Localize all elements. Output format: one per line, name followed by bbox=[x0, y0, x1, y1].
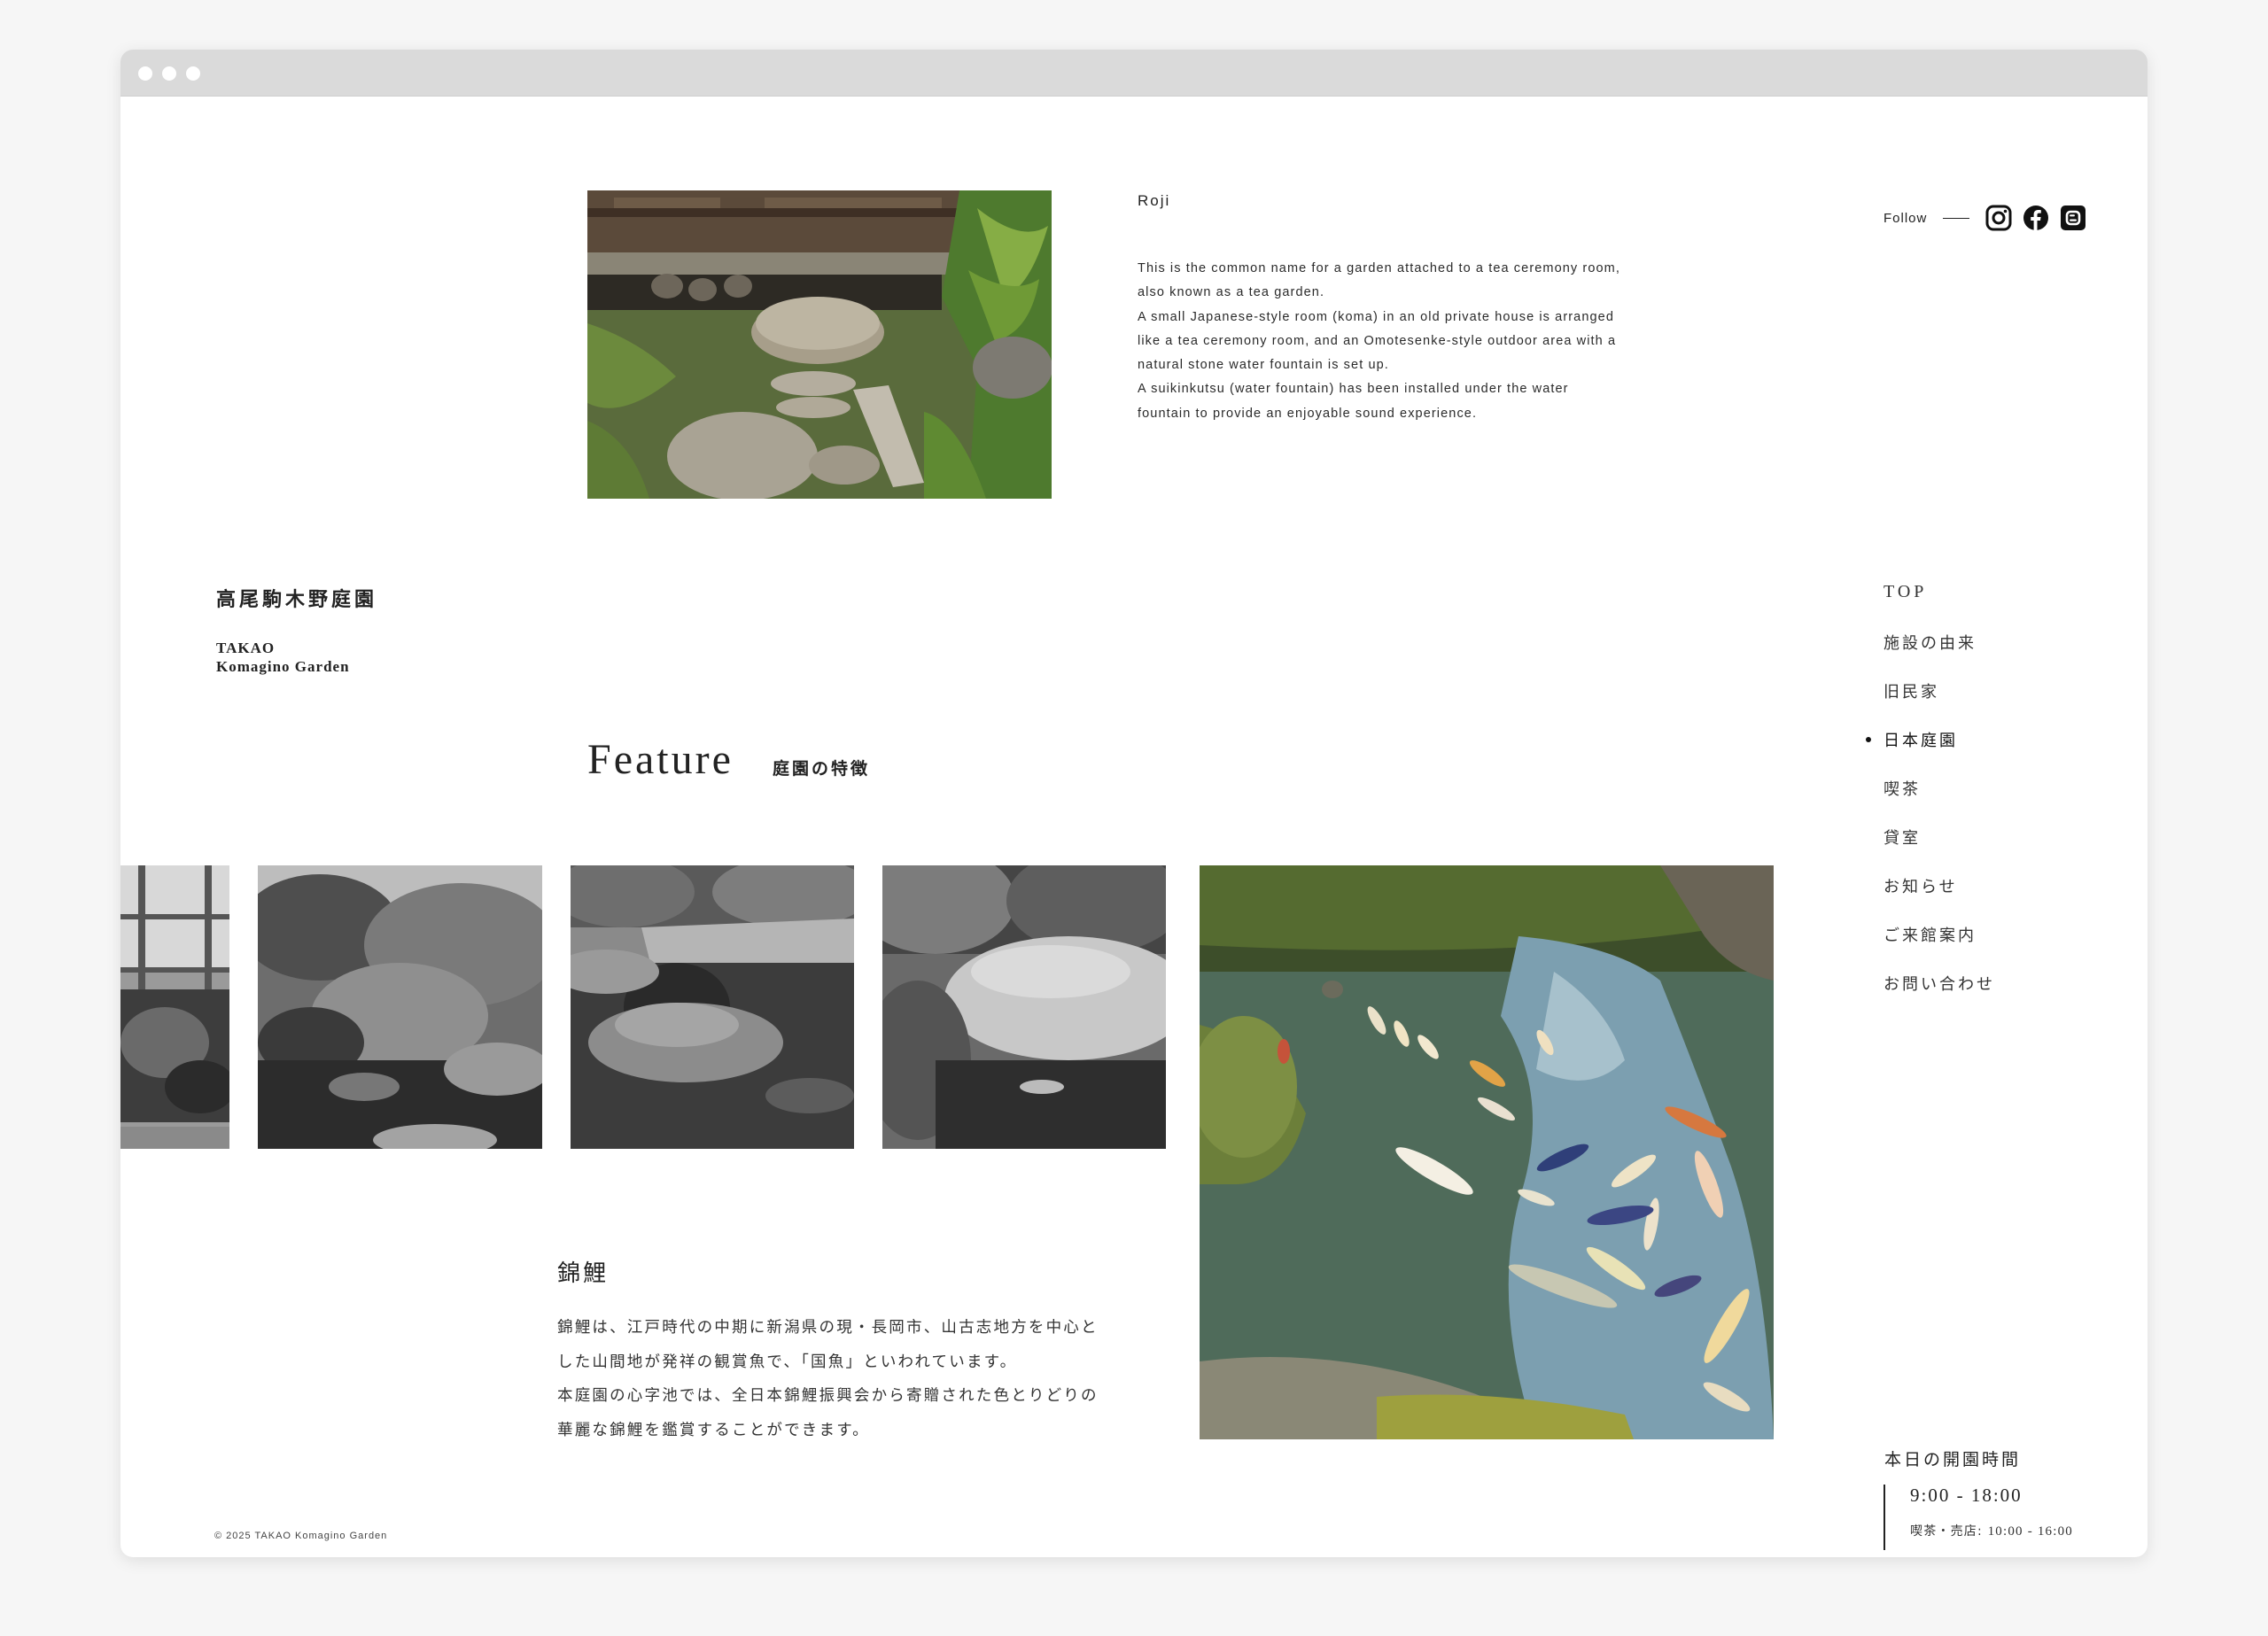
nav-item-label: TOP bbox=[1884, 582, 1928, 601]
logo-en-line: TAKAO bbox=[216, 640, 276, 656]
opening-hours-title: 本日の開園時間 bbox=[1884, 1450, 2022, 1469]
active-bullet-icon bbox=[1866, 737, 1871, 742]
koi-line: した山間地が発祥の観賞魚で、「国魚」といわれています。 bbox=[557, 1353, 1018, 1371]
nav-item-label: 旧民家 bbox=[1884, 683, 1939, 702]
feature-subheading: 庭園の特徴 bbox=[773, 759, 871, 779]
nav-item-label: お知らせ bbox=[1884, 878, 1958, 896]
roji-line: A small Japanese-style room (koma) in an… bbox=[1138, 309, 1615, 324]
nav-item-old-house[interactable]: 旧民家 bbox=[1884, 679, 1995, 728]
roji-line: like a tea ceremony room, and an Omotese… bbox=[1138, 333, 1617, 348]
koi-heading: 錦鯉 bbox=[557, 1260, 610, 1287]
main-nav: TOP 施設の由来 旧民家 日本庭園 喫茶 貸室 お知らせ ご来館案内 お問い合… bbox=[1866, 582, 1995, 1020]
koi-line: 華麗な錦鯉を鑑賞することができます。 bbox=[557, 1421, 870, 1439]
roji-line: This is the common name for a garden att… bbox=[1138, 261, 1620, 275]
instagram-icon[interactable] bbox=[1985, 205, 2012, 231]
follow-label: Follow bbox=[1884, 210, 1928, 226]
cafe-hours-label: 喫茶・売店: bbox=[1910, 1524, 1988, 1539]
window-titlebar bbox=[120, 50, 2148, 97]
feature-heading: Feature bbox=[587, 736, 734, 783]
koi-description: 錦鯉は、江戸時代の中期に新潟県の現・長岡市、山古志地方を中心と した山間地が発祥… bbox=[557, 1311, 1142, 1447]
hours-divider bbox=[1884, 1485, 1885, 1550]
nav-item-news[interactable]: お知らせ bbox=[1884, 874, 1995, 923]
koi-line: 本庭園の心字池では、全日本錦鯉振興会から寄贈された色とりどりの bbox=[557, 1387, 1099, 1405]
nav-item-label: ご来館案内 bbox=[1884, 927, 1977, 945]
koi-pond-photo bbox=[1200, 865, 1774, 1439]
cafe-hours: 喫茶・売店: 10:00 - 16:00 bbox=[1910, 1522, 2073, 1539]
gallery-thumbnail[interactable] bbox=[258, 865, 542, 1149]
nav-item-access[interactable]: ご来館案内 bbox=[1884, 923, 1995, 972]
koi-line: 錦鯉は、江戸時代の中期に新潟県の現・長岡市、山古志地方を中心と bbox=[557, 1319, 1099, 1337]
nav-item-top[interactable]: TOP bbox=[1884, 582, 1995, 631]
roji-title: Roji bbox=[1138, 192, 1171, 209]
site-logo-en[interactable]: TAKAO Komagino Garden bbox=[216, 639, 350, 676]
nav-item-label: 貸室 bbox=[1884, 829, 1921, 848]
nav-item-label: 施設の由来 bbox=[1884, 634, 1977, 653]
nav-item-history[interactable]: 施設の由来 bbox=[1884, 631, 1995, 679]
browser-window: Roji This is the common name for a garde… bbox=[120, 50, 2148, 1557]
blogger-icon[interactable] bbox=[2060, 205, 2086, 231]
roji-line: fountain to provide an enjoyable sound e… bbox=[1138, 406, 1478, 421]
roji-description: This is the common name for a garden att… bbox=[1138, 257, 1687, 426]
gallery-thumbnail[interactable] bbox=[120, 865, 229, 1149]
nav-item-contact[interactable]: お問い合わせ bbox=[1884, 972, 1995, 1020]
site-logo-jp[interactable]: 高尾駒木野庭園 bbox=[216, 584, 377, 612]
copyright-text: © 2025 TAKAO Komagino Garden bbox=[214, 1531, 388, 1541]
window-maximize-dot[interactable] bbox=[186, 66, 200, 81]
follow-divider bbox=[1943, 217, 1970, 219]
page-content: Roji This is the common name for a garde… bbox=[120, 97, 2148, 1557]
nav-item-label: お問い合わせ bbox=[1884, 975, 1995, 994]
nav-item-japanese-garden[interactable]: 日本庭園 bbox=[1866, 728, 1995, 777]
nav-item-cafe[interactable]: 喫茶 bbox=[1884, 777, 1995, 826]
facebook-icon[interactable] bbox=[2023, 205, 2049, 231]
opening-hours-value: 9:00 - 18:00 bbox=[1910, 1485, 2023, 1506]
logo-en-line: Komagino Garden bbox=[216, 658, 350, 675]
nav-item-label: 日本庭園 bbox=[1884, 732, 1958, 750]
cafe-hours-value: 10:00 - 16:00 bbox=[1987, 1524, 2074, 1539]
gallery-thumbnail[interactable] bbox=[571, 865, 854, 1149]
nav-item-rental-room[interactable]: 貸室 bbox=[1884, 826, 1995, 874]
gallery-thumbnail[interactable] bbox=[882, 865, 1166, 1149]
nav-item-label: 喫茶 bbox=[1884, 780, 1921, 799]
roji-photo bbox=[587, 190, 1052, 499]
window-minimize-dot[interactable] bbox=[162, 66, 176, 81]
follow-bar: Follow bbox=[1884, 205, 2086, 231]
roji-line: natural stone water fountain is set up. bbox=[1138, 358, 1389, 373]
roji-line: also known as a tea garden. bbox=[1138, 285, 1325, 300]
roji-line: A suikinkutsu (water fountain) has been … bbox=[1138, 382, 1569, 397]
window-close-dot[interactable] bbox=[138, 66, 152, 81]
